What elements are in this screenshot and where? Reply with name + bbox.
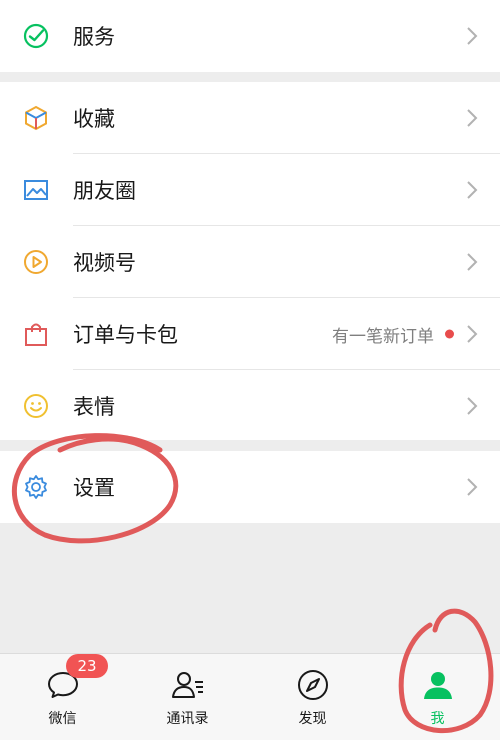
menu-label: 订单与卡包 [73, 323, 178, 347]
menu-label: 收藏 [73, 107, 115, 131]
contacts-icon [171, 672, 203, 698]
shopping-bag-icon [25, 323, 47, 346]
menu-item-services[interactable]: 服务 [0, 0, 500, 72]
menu-item-stickers[interactable]: 表情 [0, 370, 500, 442]
tab-discover[interactable]: 发现 [250, 654, 375, 740]
features-group: 收藏 朋友圈 视频号 订单与卡包 有一笔新订单 表情 [0, 82, 500, 440]
chevron-right-icon [467, 325, 478, 343]
menu-item-favorites[interactable]: 收藏 [0, 82, 500, 154]
compass-icon [297, 670, 328, 700]
tab-label: 发现 [298, 711, 327, 727]
tab-label: 我 [430, 711, 445, 727]
menu-label: 表情 [73, 395, 115, 419]
menu-label: 服务 [73, 25, 115, 49]
person-icon [423, 672, 452, 699]
menu-item-settings[interactable]: 设置 [0, 451, 500, 523]
tab-chats[interactable]: 23 微信 [0, 654, 125, 740]
chevron-right-icon [467, 253, 478, 271]
menu-item-orders[interactable]: 订单与卡包 有一笔新订单 [0, 298, 500, 370]
gear-icon [25, 475, 47, 499]
menu-item-channels[interactable]: 视频号 [0, 226, 500, 298]
cube-icon [25, 105, 47, 131]
tab-me[interactable]: 我 [375, 654, 500, 740]
services-group: 服务 [0, 0, 500, 72]
service-check-icon [23, 23, 49, 49]
chevron-right-icon [467, 478, 478, 496]
menu-label: 视频号 [73, 251, 136, 275]
tab-label: 通讯录 [166, 711, 209, 727]
tab-contacts[interactable]: 通讯录 [125, 654, 250, 740]
menu-item-moments[interactable]: 朋友圈 [0, 154, 500, 226]
menu-label: 朋友圈 [73, 179, 136, 203]
photo-icon [24, 180, 48, 200]
chevron-right-icon [467, 27, 478, 45]
smile-icon [24, 394, 48, 418]
play-circle-icon [24, 250, 48, 274]
chevron-right-icon [467, 397, 478, 415]
unread-count-badge: 23 [66, 654, 108, 678]
bottom-tab-bar: 23 微信 通讯录 发现 我 [0, 653, 500, 740]
menu-label: 设置 [73, 476, 115, 500]
tab-label: 微信 [48, 711, 77, 727]
chevron-right-icon [467, 109, 478, 127]
chevron-right-icon [467, 181, 478, 199]
red-dot-badge [445, 329, 454, 339]
settings-group: 设置 [0, 451, 500, 523]
new-order-hint: 有一笔新订单 [332, 326, 434, 347]
